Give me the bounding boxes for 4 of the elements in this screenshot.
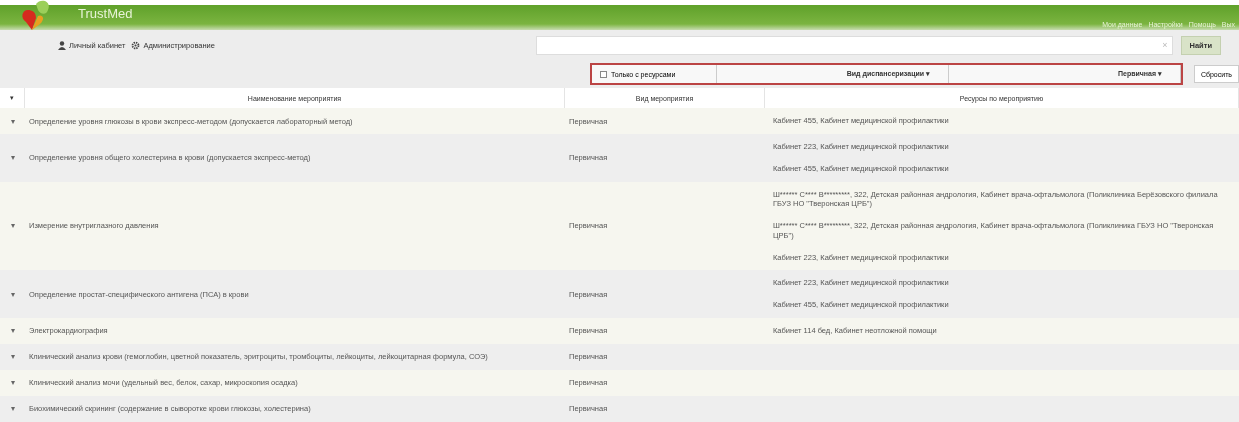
gear-icon [131,40,141,50]
person-icon [58,40,66,50]
checkbox[interactable] [600,70,607,78]
brand-name: TrustMed [78,6,133,21]
